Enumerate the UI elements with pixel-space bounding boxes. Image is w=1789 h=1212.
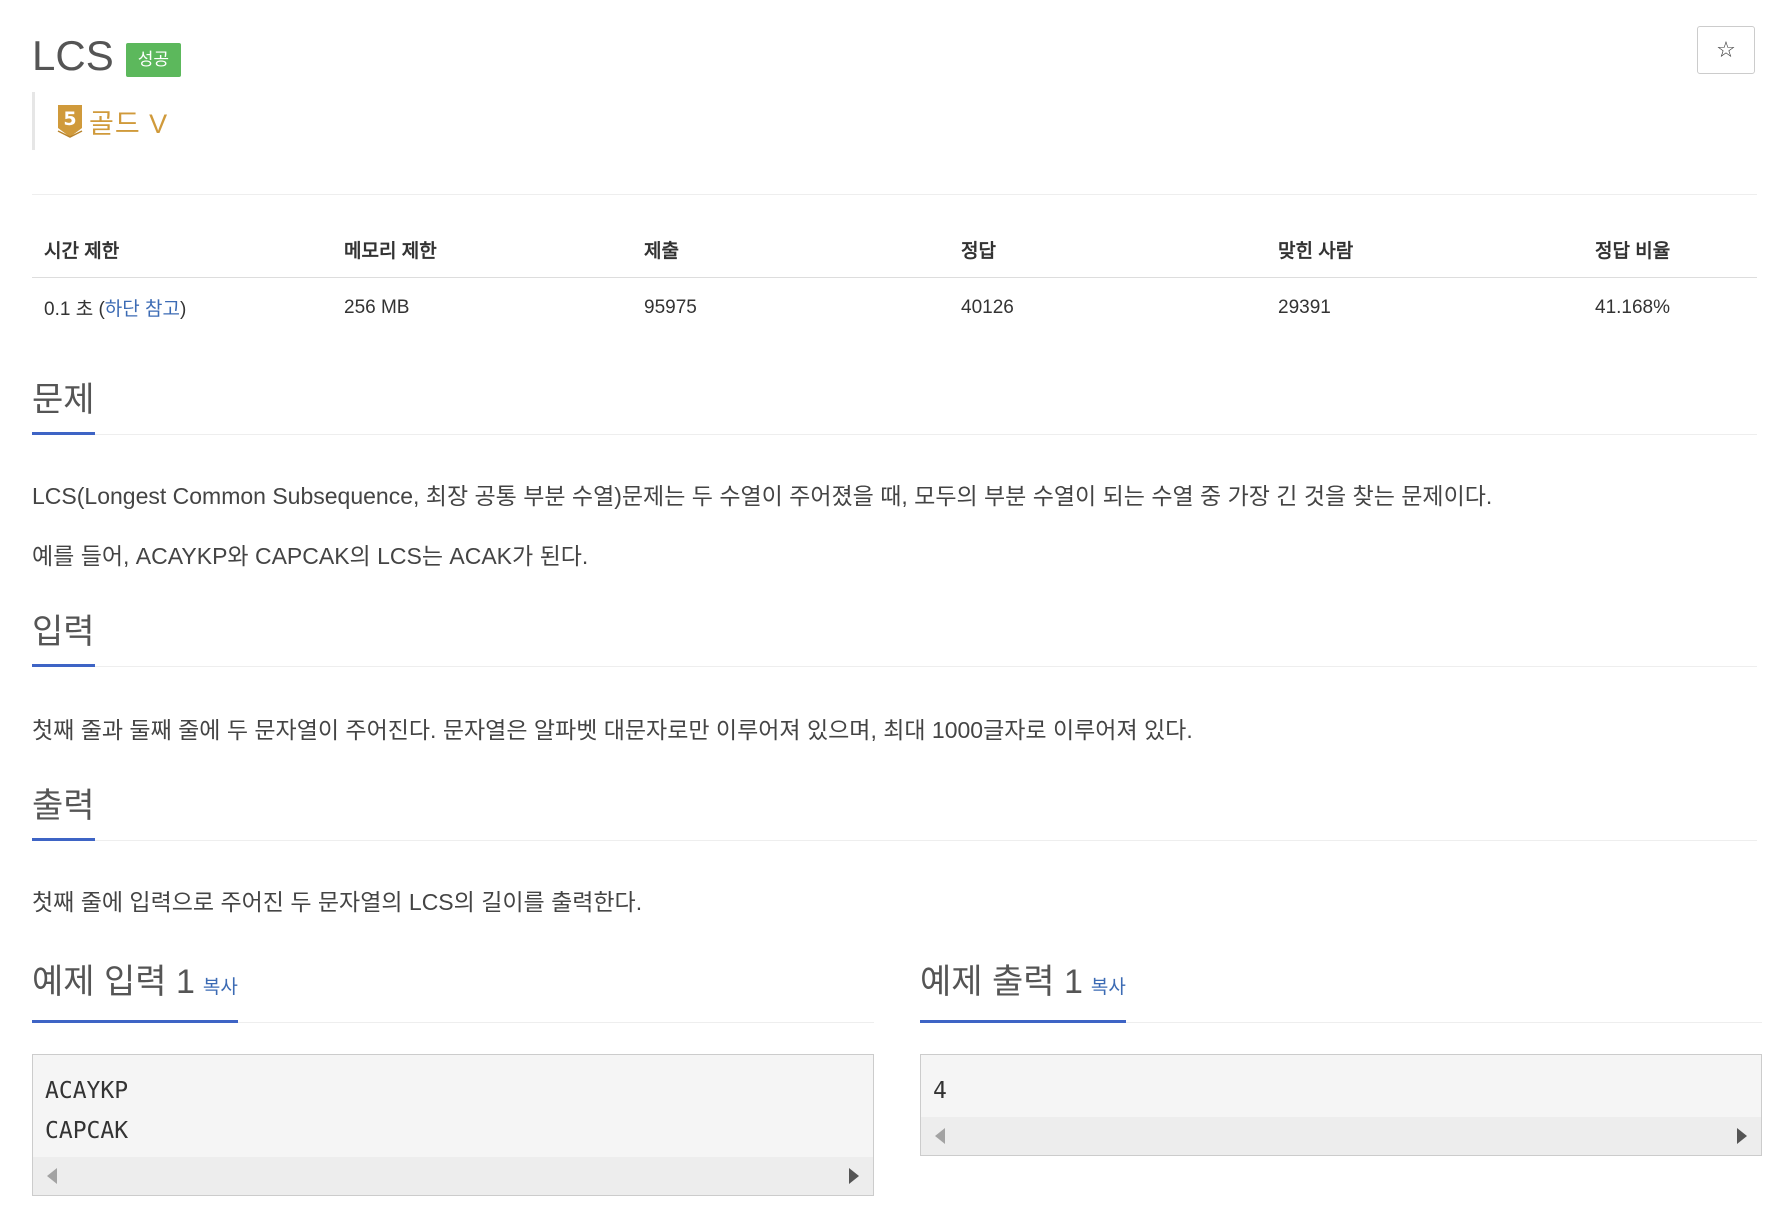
time-limit-note-link[interactable]: 하단 참고 <box>105 299 180 320</box>
copy-sample-output-button[interactable]: 복사 <box>1091 977 1126 998</box>
sample-input-heading-box: 예제 입력 1 복사 <box>32 960 238 1023</box>
star-icon: ☆ <box>1716 37 1736 62</box>
input-description: 첫째 줄과 둘째 줄에 두 문자열이 주어진다. 문자열은 알파벳 대문자로만 … <box>32 717 1193 743</box>
output-description: 첫째 줄에 입력으로 주어진 두 문자열의 LCS의 길이를 출력한다. <box>32 889 643 915</box>
problem-page: LCS 성공 ☆ 5 골드 V 시간 제한 메모리 제한 제출 정답 맞힌 사람… <box>0 0 1789 1212</box>
header-submissions: 제출 <box>632 224 949 278</box>
sample-output-heading: 예제 출력 1 복사 <box>920 960 1762 1023</box>
description-paragraph-2: 예를 들어, ACAYKP와 CAPCAK의 LCS는 ACAK가 된다. <box>32 543 589 569</box>
header-accept-ratio: 정답 비율 <box>1583 224 1757 278</box>
output-heading-text: 출력 <box>32 784 95 841</box>
divider <box>32 194 1757 195</box>
input-heading: 입력 <box>32 610 1757 667</box>
sample-output-text: 4 <box>921 1055 1761 1117</box>
sample-output-heading-text: 예제 출력 1 <box>920 963 1083 1001</box>
copy-sample-input-button[interactable]: 복사 <box>203 977 238 998</box>
description-heading-text: 문제 <box>32 378 95 435</box>
sample-output-scrollbar[interactable] <box>921 1117 1761 1155</box>
sample-output-line: 4 <box>933 1078 947 1104</box>
sample-input-box[interactable]: ACAYKP CAPCAK <box>32 1054 874 1196</box>
accept-ratio-value: 41.168% <box>1595 296 1671 318</box>
sample-output-heading-box: 예제 출력 1 복사 <box>920 960 1126 1023</box>
sample-input-line: ACAYKP <box>45 1078 129 1104</box>
output-heading: 출력 <box>32 784 1757 841</box>
time-limit-suffix: ) <box>179 299 187 320</box>
status-badge: 성공 <box>125 43 181 77</box>
sample-output-box[interactable]: 4 <box>920 1054 1762 1156</box>
sample-input-heading: 예제 입력 1 복사 <box>32 960 874 1023</box>
sample-input-heading-text: 예제 입력 1 <box>32 963 195 1001</box>
header-memory-limit: 메모리 제한 <box>332 224 632 278</box>
header-time-limit: 시간 제한 <box>32 224 332 278</box>
accepted-value: 40126 <box>961 296 1014 318</box>
description-paragraph-1: LCS(Longest Common Subsequence, 최장 공통 부분… <box>32 483 1493 509</box>
problem-title: LCS <box>32 32 114 79</box>
scroll-right-icon[interactable] <box>1737 1128 1747 1144</box>
sample-input-scrollbar[interactable] <box>33 1157 873 1195</box>
tier-number: 5 <box>63 108 76 130</box>
input-heading-text: 입력 <box>32 610 95 667</box>
info-value-row: 0.1 초 (하단 참고) 256 MB 95975 40126 29391 4… <box>32 278 1757 334</box>
tier-label: 골드 V <box>89 108 169 139</box>
time-limit-value: 0.1 초 ( <box>44 299 105 320</box>
submissions-value: 95975 <box>644 296 697 318</box>
problem-info-table: 시간 제한 메모리 제한 제출 정답 맞힌 사람 정답 비율 0.1 초 (하단… <box>32 224 1757 333</box>
time-limit-cell: 0.1 초 (하단 참고) <box>32 278 332 334</box>
title-row: LCS 성공 <box>32 26 181 86</box>
memory-limit-value: 256 MB <box>344 296 410 318</box>
description-heading: 문제 <box>32 378 1757 435</box>
scroll-right-icon[interactable] <box>849 1168 859 1184</box>
header-accepted: 정답 <box>949 224 1266 278</box>
scroll-left-icon[interactable] <box>935 1128 945 1144</box>
favorite-star-button[interactable]: ☆ <box>1697 26 1755 74</box>
solvers-value: 29391 <box>1278 296 1331 318</box>
scroll-left-icon[interactable] <box>47 1168 57 1184</box>
info-header-row: 시간 제한 메모리 제한 제출 정답 맞힌 사람 정답 비율 <box>32 224 1757 278</box>
gold-tier-icon: 5 <box>57 105 83 138</box>
tier-indicator: 5 골드 V <box>32 92 168 150</box>
header-solvers: 맞힌 사람 <box>1266 224 1583 278</box>
sample-input-line: CAPCAK <box>45 1118 129 1144</box>
sample-input-text: ACAYKP CAPCAK <box>33 1055 873 1157</box>
